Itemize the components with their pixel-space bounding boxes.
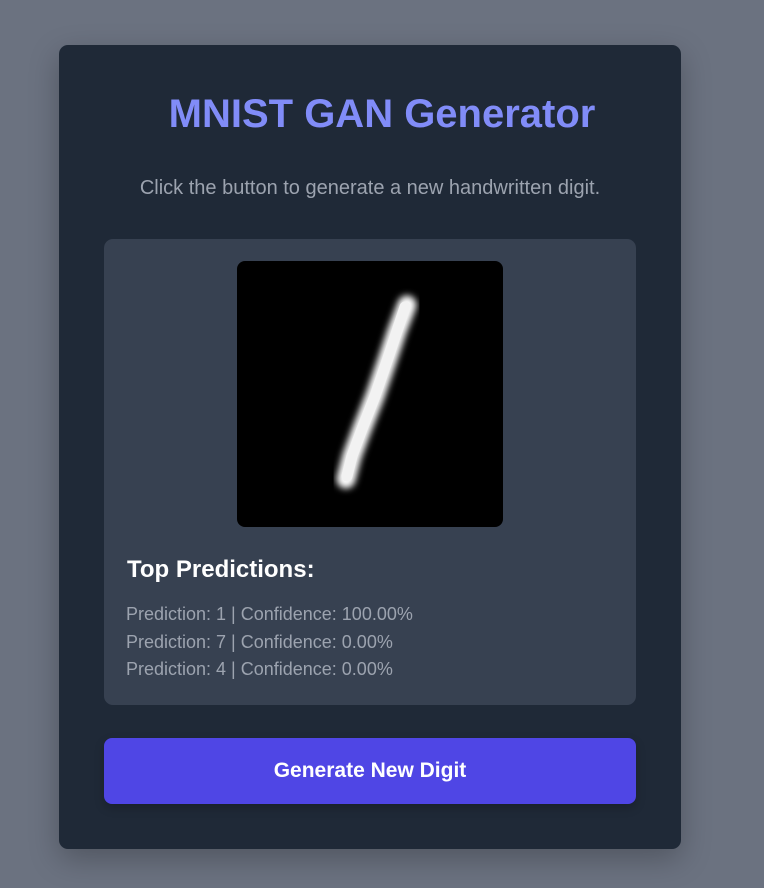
generate-digit-button[interactable]: Generate New Digit (104, 738, 636, 804)
prediction-item: Prediction: 7 | Confidence: 0.00% (126, 631, 393, 652)
page-title: MNIST GAN Generator (168, 92, 596, 136)
predictions-heading: Top Predictions: (127, 556, 315, 583)
prediction-item: Prediction: 4 | Confidence: 0.00% (126, 659, 393, 679)
prediction-item: Prediction: 1 | Confidence: 100.00% (126, 604, 413, 624)
digit-stroke-core (341, 301, 411, 482)
digit-stroke-graphic (336, 295, 417, 489)
page-subtitle: Click the button to generate a new handw… (139, 177, 601, 199)
predictions-list: Prediction: 1 | Confidence: 100.00% Pred… (126, 601, 413, 684)
generated-digit-image (237, 261, 503, 527)
